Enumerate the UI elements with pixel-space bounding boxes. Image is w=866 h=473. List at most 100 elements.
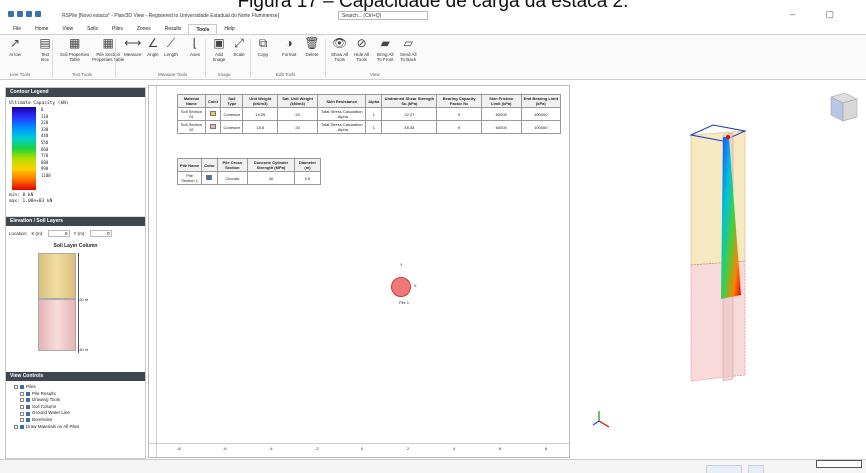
ribbon-button-length[interactable]: ⟋ Length (164, 37, 178, 57)
copy-icon: ⧉ (258, 36, 268, 50)
menu-results[interactable]: Results (158, 24, 189, 34)
table-row[interactable]: Soil Section 02 Cohesive 15.5 20 Total Stres… (177, 120, 562, 134)
menu-zones[interactable]: Zones (130, 24, 158, 34)
menu-soils[interactable]: Soils (80, 24, 105, 34)
pile-section-table[interactable]: Pile Name Color Pile Cross Section Concrete… (176, 158, 322, 185)
table-cell: 15.5 (242, 120, 279, 134)
view-control-item[interactable]: Ground Water Line (10, 410, 145, 417)
3d-view[interactable] (573, 85, 866, 458)
menu-tools[interactable]: Tools (188, 24, 218, 34)
ribbon-button-angle[interactable]: ∠ Angle (146, 37, 160, 57)
ribbon-button-bring-all-to-front[interactable]: ▰ Bring All To Front (377, 37, 394, 62)
table-header-cell: Diameter (m) (293, 158, 322, 172)
window-controls[interactable]: – ▢ (790, 9, 848, 20)
soil-properties-table[interactable]: Material Name Color Soil Type Unit Weight (… (177, 94, 562, 134)
image-icon: ▣ (213, 36, 225, 50)
ribbon-button-add-image[interactable]: ▣ Add Image (212, 37, 226, 62)
checkbox-icon[interactable] (26, 398, 30, 403)
menu-help[interactable]: Help (217, 24, 241, 34)
expand-icon[interactable] (14, 424, 18, 429)
table-cell: 14.25 (242, 107, 279, 121)
table-row[interactable]: Soil Section 01 Cohesive 14.25 20 Total Stre… (177, 107, 562, 121)
ribbon-button-show-all-tools[interactable]: 👁 Show All Tools (331, 37, 348, 62)
view-control-item[interactable]: Soil Column (10, 404, 145, 411)
ribbon-button-hide-all-tools[interactable]: ⊘ Hide All Tools (354, 37, 369, 62)
checkbox-icon[interactable] (26, 405, 30, 410)
contour-legend-header[interactable]: Contour Legend (6, 88, 145, 97)
pile-marker[interactable] (391, 277, 411, 297)
elevation-header[interactable]: Elevation / Soil Layers (6, 217, 145, 226)
ruler-tick-label: -8 (177, 446, 181, 451)
ribbon-button-axes[interactable]: ⌊ Axes (188, 37, 202, 57)
table-row[interactable]: Pile Section 1 Circular 40 0.5 (176, 171, 322, 185)
ribbon-button-label: Length (164, 52, 178, 57)
plan-view[interactable]: Material Name Color Soil Type Unit Weight (… (148, 85, 570, 458)
ribbon-button-arrow[interactable]: ↗ Arrow (8, 37, 22, 57)
ribbon-group-label: Measure Tools (158, 72, 188, 77)
ribbon-button-text-box[interactable]: ▤ Text Box (38, 37, 52, 62)
ribbon-button-scale[interactable]: ⤢ Scale (232, 37, 246, 57)
color-swatch (206, 175, 213, 180)
pile-label: Pile 1 (399, 300, 410, 305)
ribbon-button-format[interactable]: ◑ Format (282, 37, 296, 57)
table-header-cell: Pile Name (176, 158, 203, 172)
y-input[interactable] (89, 230, 112, 237)
color-cell (204, 107, 222, 121)
view-control-item[interactable]: Drawing Tools (10, 397, 145, 404)
checkbox-icon[interactable] (20, 385, 24, 390)
menu-piles[interactable]: Piles (105, 24, 130, 34)
x-input[interactable] (47, 230, 70, 237)
depth-axis (78, 253, 79, 353)
expand-icon[interactable] (14, 385, 18, 390)
table-cell: 1 (365, 107, 383, 121)
ribbon-button-label: Copy (257, 52, 269, 57)
checkbox-icon[interactable] (20, 424, 24, 429)
checkbox-icon[interactable] (26, 418, 30, 423)
menu-view[interactable]: View (55, 24, 80, 34)
table-cell: 22.27 (381, 107, 438, 121)
textbox-icon: ▤ (39, 36, 51, 50)
table-cell: 0.5 (293, 171, 322, 185)
ribbon-button-delete[interactable]: 🗑 Delete (304, 37, 319, 57)
ribbon-button-pile-section-properties-table[interactable]: ▦ Pile Section Properties Table (92, 37, 124, 62)
depth-bottom-label: -40 m (78, 347, 89, 352)
view-controls-header[interactable]: View Controls (6, 372, 145, 381)
legend-tick: 1100 (41, 172, 51, 178)
legend-tick: 220 (41, 120, 49, 126)
checkbox-icon[interactable] (26, 391, 30, 396)
status-field-3[interactable] (816, 460, 862, 468)
expand-icon[interactable] (20, 411, 24, 416)
depth-mid-label: -20 m (78, 297, 89, 302)
ribbon-button-copy[interactable]: ⧉ Copy (256, 37, 270, 57)
expand-icon[interactable] (20, 405, 24, 410)
view-control-item[interactable]: Pile Results (10, 391, 145, 398)
view-control-item[interactable]: Piles (10, 384, 145, 391)
left-panel: Contour Legend Ultimate Capacity (kN) 01… (5, 87, 146, 459)
expand-icon[interactable] (20, 418, 24, 423)
ruler-tick-label: -2 (315, 446, 319, 451)
menu-file[interactable]: File (6, 24, 28, 34)
ribbon-button-soil-properties-table[interactable]: ▦ Soil Properties Table (60, 37, 89, 62)
open-icon[interactable] (26, 11, 32, 17)
ribbon-button-measure[interactable]: ⟷ Measure (124, 37, 142, 57)
ruler-tick-label: 4 (453, 446, 456, 451)
measure-icon: ⟷ (124, 36, 142, 50)
color-swatch (210, 124, 217, 129)
expand-icon[interactable] (20, 398, 24, 403)
status-field-2[interactable] (748, 465, 764, 473)
save-icon[interactable] (17, 11, 23, 17)
view-control-item[interactable]: Boreholes (10, 417, 145, 424)
view-control-item[interactable]: Draw Materials on All Piles (10, 424, 145, 431)
ribbon-button-label: To Back (400, 57, 417, 62)
table-cell: 9 (436, 120, 482, 134)
search-input[interactable]: Search... (Ctrl+Q) (338, 11, 428, 20)
cube-navigator[interactable] (830, 92, 858, 122)
expand-icon[interactable] (20, 391, 24, 396)
menu-home[interactable]: Home (28, 24, 55, 34)
ribbon-button-send-all-to-back[interactable]: ▱ Send All To Back (400, 37, 417, 62)
undo-icon[interactable] (35, 11, 41, 17)
checkbox-icon[interactable] (26, 411, 30, 416)
axes-triad (592, 411, 610, 428)
status-field-1[interactable] (706, 465, 742, 473)
table-cell: Pile Section 1 (176, 171, 203, 185)
